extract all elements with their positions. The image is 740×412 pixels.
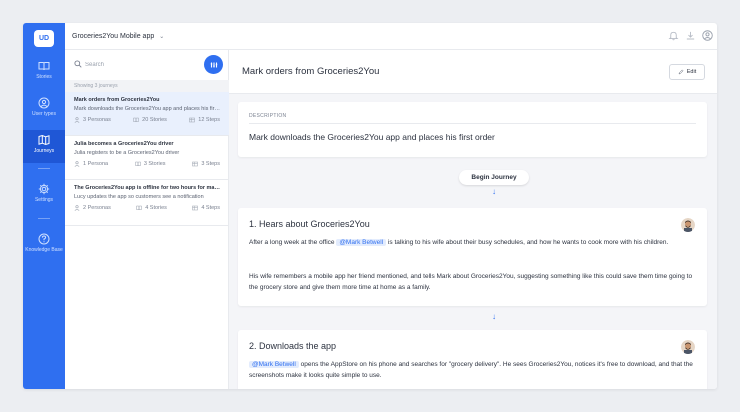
nav-item-knowledge-base[interactable]: Knowledge Base xyxy=(23,229,65,269)
person-icon xyxy=(74,205,80,211)
journey-description: Lucy updates the app so customers see a … xyxy=(74,194,204,200)
top-actions xyxy=(668,30,713,41)
top-bar: Groceries2You Mobile app ⌄ xyxy=(65,23,717,50)
search-row xyxy=(65,50,229,80)
nav-rail: UD Stories User types Journeys Settings … xyxy=(23,23,65,389)
nav-item-user-types[interactable]: User types xyxy=(23,93,65,125)
begin-journey-button[interactable]: Begin Journey xyxy=(459,170,529,185)
personas-count: 3 Personas xyxy=(74,117,111,123)
steps-icon xyxy=(192,161,199,167)
journey-meta: 2 Personas 4 Stories 4 Steps xyxy=(74,205,220,211)
arrow-down-icon: ↓ xyxy=(492,312,496,321)
account-icon[interactable] xyxy=(702,30,713,41)
download-icon[interactable] xyxy=(685,30,696,41)
avatar xyxy=(681,340,695,354)
result-count: Showing 3 journeys xyxy=(65,80,229,92)
edit-button[interactable]: Edit xyxy=(669,64,705,80)
page-title: Mark orders from Groceries2You xyxy=(242,66,380,77)
rail-divider xyxy=(38,218,50,219)
nav-item-journeys[interactable]: Journeys xyxy=(23,130,65,163)
step-title: 2. Downloads the app xyxy=(249,341,337,351)
journey-detail: Mark orders from Groceries2You Edit DESC… xyxy=(229,50,717,389)
description-text: Mark downloads the Groceries2You app and… xyxy=(249,132,495,142)
step-card: 1. Hears about Groceries2You After a lon… xyxy=(238,208,707,306)
map-icon xyxy=(38,134,50,146)
user-circle-icon xyxy=(38,97,50,109)
app-logo[interactable]: UD xyxy=(34,30,54,47)
steps-icon xyxy=(192,205,199,211)
step-text: @Mark Betwell opens the AppStore on his … xyxy=(249,361,693,379)
project-name: Groceries2You Mobile app xyxy=(72,32,155,40)
edit-label: Edit xyxy=(686,69,697,75)
person-icon xyxy=(74,161,80,167)
bell-icon[interactable] xyxy=(668,30,679,41)
journey-list-item[interactable]: The Groceries2You app is offline for two… xyxy=(65,180,229,226)
nav-label: Stories xyxy=(36,74,52,80)
book-icon xyxy=(135,161,141,167)
journey-title: Mark orders from Groceries2You xyxy=(74,97,160,103)
personas-count: 2 Personas xyxy=(74,205,111,211)
steps-count: 3 Steps xyxy=(192,161,220,167)
nav-label: Knowledge Base xyxy=(25,247,63,253)
nav-label: Journeys xyxy=(33,148,55,154)
filter-icon xyxy=(210,62,217,67)
detail-header: Mark orders from Groceries2You Edit xyxy=(229,50,717,94)
stories-count: 20 Stories xyxy=(133,117,167,123)
step-title: 1. Hears about Groceries2You xyxy=(249,219,370,229)
journey-list-item[interactable]: Mark orders from Groceries2You Mark down… xyxy=(65,92,229,136)
book-icon xyxy=(133,117,139,123)
avatar xyxy=(681,218,695,232)
step-text: His wife remembers a mobile app her frie… xyxy=(249,273,693,291)
search-icon xyxy=(74,60,82,68)
nav-item-stories[interactable]: Stories xyxy=(23,56,65,88)
description-card: DESCRIPTION Mark downloads the Groceries… xyxy=(238,102,707,157)
journey-description: Julia registers to be a Groceries2You dr… xyxy=(74,150,180,156)
steps-icon xyxy=(189,117,196,123)
steps-count: 12 Steps xyxy=(189,117,220,123)
nav-item-settings[interactable]: Settings xyxy=(23,179,65,211)
user-mention[interactable]: @Mark Betwell xyxy=(336,239,387,246)
rail-divider xyxy=(38,168,50,169)
project-switcher[interactable]: Groceries2You Mobile app ⌄ xyxy=(72,33,164,40)
book-icon xyxy=(38,62,50,71)
person-icon xyxy=(74,117,80,123)
book-icon xyxy=(136,205,142,211)
journey-title: Julia becomes a Groceries2You driver xyxy=(74,141,174,147)
journey-meta: 1 Persona 3 Stories 3 Steps xyxy=(74,161,220,167)
journey-meta: 3 Personas 20 Stories 12 Steps xyxy=(74,117,220,123)
personas-count: 1 Persona xyxy=(74,161,108,167)
search-input[interactable] xyxy=(85,58,195,71)
stories-count: 3 Stories xyxy=(135,161,166,167)
journey-list-pane: Showing 3 journeys Mark orders from Groc… xyxy=(65,50,229,389)
arrow-down-icon: ↓ xyxy=(492,187,496,196)
stories-count: 4 Stories xyxy=(136,205,167,211)
journey-description: Mark downloads the Groceries2You app and… xyxy=(74,106,220,112)
app-window: UD Stories User types Journeys Settings … xyxy=(23,23,717,389)
chevron-down-icon: ⌄ xyxy=(159,33,165,40)
journey-title: The Groceries2You app is offline for two… xyxy=(74,185,220,191)
user-mention[interactable]: @Mark Betwell xyxy=(249,361,299,368)
help-circle-icon xyxy=(38,233,50,245)
step-card: 2. Downloads the app @Mark Betwell opens… xyxy=(238,330,707,389)
gear-icon xyxy=(38,183,50,195)
description-label: DESCRIPTION xyxy=(249,113,287,119)
divider xyxy=(249,123,696,124)
nav-label: User types xyxy=(32,111,56,117)
pencil-icon xyxy=(678,69,684,75)
nav-label: Settings xyxy=(34,197,54,203)
journey-list-item[interactable]: Julia becomes a Groceries2You driver Jul… xyxy=(65,136,229,180)
steps-count: 4 Steps xyxy=(192,205,220,211)
filter-button[interactable] xyxy=(204,55,223,74)
step-text: After a long week at the office @Mark Be… xyxy=(249,239,669,246)
